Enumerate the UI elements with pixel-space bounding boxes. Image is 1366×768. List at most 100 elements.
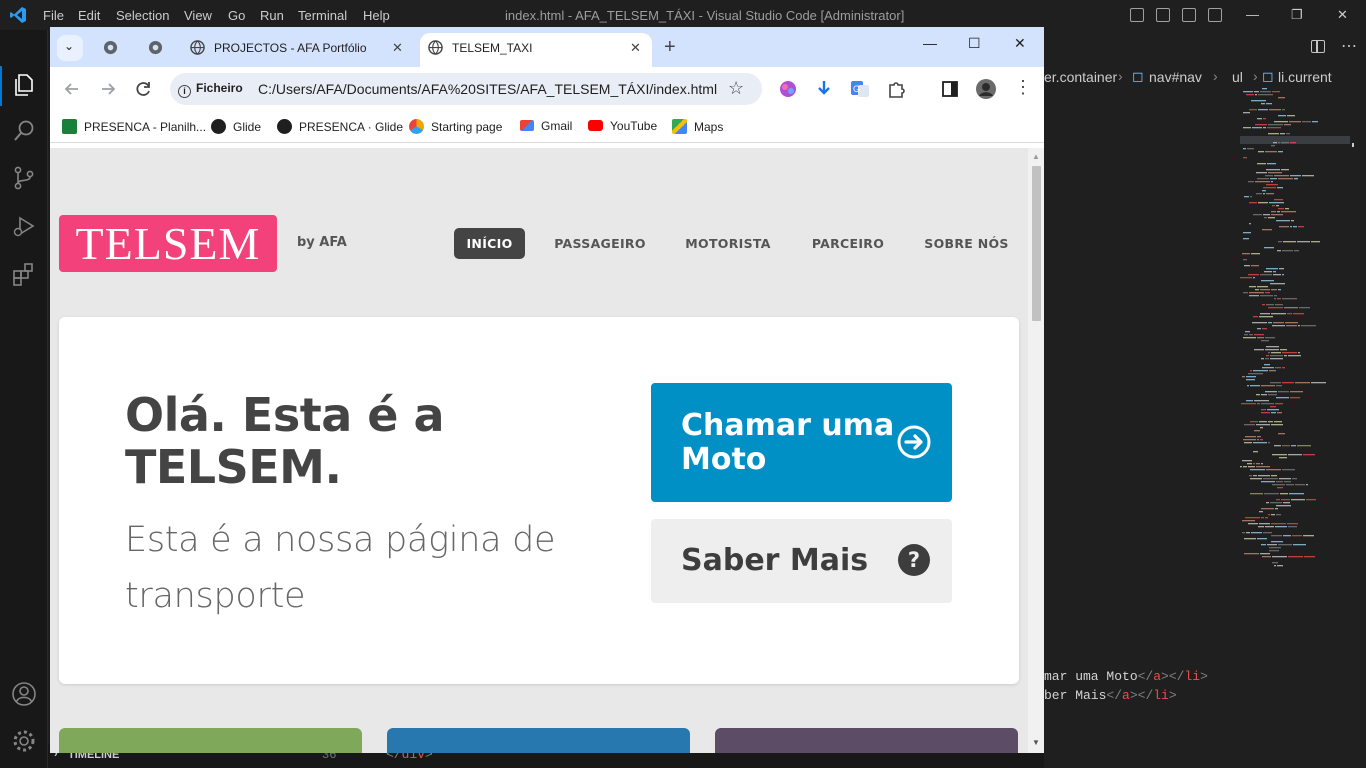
feature-box-2	[387, 728, 690, 753]
tab-search-button[interactable]: ⌄	[57, 35, 83, 61]
url-text[interactable]: C:/Users/AFA/Documents/AFA%20SITES/AFA_T…	[258, 81, 717, 97]
chevron-right-icon: ›	[1118, 68, 1123, 84]
hero-section: Olá. Esta é a TELSEM. Esta é a nossa pág…	[59, 317, 1019, 684]
learn-more-button[interactable]: Saber Mais ?	[651, 519, 952, 603]
minimize-icon[interactable]: —	[1246, 7, 1259, 22]
bookmark-star-icon[interactable]: ☆	[728, 78, 744, 99]
chrome-window: ⌄ PROJECTOS - AFA Portfólio ✕ TELSEM_TAX…	[50, 27, 1044, 753]
nav-motorista[interactable]: MOTORISTA	[678, 228, 778, 259]
nav-passageiro[interactable]: PASSAGEIRO	[547, 228, 653, 259]
byline: by AFA	[297, 235, 347, 250]
settings-gear-icon[interactable]	[10, 727, 38, 755]
address-bar[interactable]: i Ficheiro C:/Users/AFA/Documents/AFA%20S…	[170, 73, 762, 105]
extensions-icon[interactable]	[10, 260, 38, 288]
breadcrumb: er.container › ◻ nav#nav › ul › ◻ li.cur…	[1044, 64, 1366, 88]
explorer-icon[interactable]	[10, 70, 38, 98]
vscode-logo-icon	[10, 7, 26, 23]
tab-projectos[interactable]: PROJECTOS - AFA Portfólio ✕	[182, 33, 414, 67]
code-line: mar uma Moto</a></li>	[1044, 669, 1208, 684]
sheets-icon	[62, 119, 77, 134]
call-moto-button[interactable]: Chamar uma Moto	[651, 383, 952, 502]
tab-title: PROJECTOS - AFA Portfólio	[214, 41, 367, 55]
globe-icon[interactable]	[103, 40, 118, 55]
customize-layout-icon[interactable]	[1208, 8, 1222, 22]
close-icon[interactable]: ✕	[1014, 35, 1026, 52]
page-scrollbar[interactable]: ▲ ▼	[1028, 148, 1044, 753]
menu-go[interactable]: Go	[228, 8, 245, 23]
run-debug-icon[interactable]	[10, 212, 38, 240]
call-moto-label: Chamar uma Moto	[681, 408, 895, 477]
chevron-right-icon: ›	[1213, 68, 1218, 84]
site-logo[interactable]: TELSEM	[59, 215, 277, 272]
breadcrumb-item[interactable]: li.current	[1278, 69, 1332, 85]
bookmarks-bar: PRESENCA - Planilh... Glide PRESENCA · G…	[50, 111, 1044, 143]
toggle-secondary-sidebar-icon[interactable]	[1182, 8, 1196, 22]
menu-terminal[interactable]: Terminal	[298, 8, 347, 23]
nav-inicio[interactable]: INÍCIO	[454, 228, 525, 259]
web-page: TELSEM by AFA INÍCIO PASSAGEIRO MOTORIST…	[50, 148, 1028, 753]
forward-icon[interactable]	[98, 79, 118, 99]
bookmark-glide[interactable]: Glide	[211, 119, 261, 134]
chrome-menu-icon[interactable]: ⋮	[1014, 77, 1032, 97]
bookmark-maps[interactable]: Maps	[672, 119, 723, 134]
new-tab-icon[interactable]: +	[664, 36, 676, 59]
menu-selection[interactable]: Selection	[116, 8, 169, 23]
minimap-code-lines	[1240, 88, 1326, 567]
profile-avatar[interactable]	[976, 79, 996, 99]
svg-text:?: ?	[908, 548, 920, 572]
brain-extension-icon[interactable]	[778, 79, 798, 99]
toggle-panel-icon[interactable]	[1156, 8, 1170, 22]
close-tab-icon[interactable]: ✕	[630, 40, 641, 56]
hero-subtitle: Esta é a nossa página de transporte	[125, 520, 556, 616]
maximize-icon[interactable]: ☐	[968, 35, 981, 52]
bookmark-youtube[interactable]: YouTube	[588, 119, 657, 133]
globe-icon[interactable]	[148, 40, 163, 55]
breadcrumb-item[interactable]: ul	[1232, 69, 1243, 85]
scroll-up-icon[interactable]: ▲	[1032, 152, 1040, 161]
search-icon[interactable]	[10, 117, 38, 145]
translate-icon[interactable]: G	[850, 79, 870, 99]
bookmark-presenca-sheet[interactable]: PRESENCA - Planilh...	[62, 119, 206, 134]
close-tab-icon[interactable]: ✕	[392, 40, 403, 56]
vscode-titlebar: File Edit Selection View Go Run Terminal…	[0, 0, 1366, 30]
nav-sobre-nos[interactable]: SOBRE NÓS	[920, 228, 1013, 259]
menu-run[interactable]: Run	[260, 8, 284, 23]
minimize-icon[interactable]: —	[923, 35, 937, 51]
toggle-primary-sidebar-icon[interactable]	[1130, 8, 1144, 22]
reload-icon[interactable]	[134, 79, 154, 99]
restore-icon[interactable]: ❐	[1291, 7, 1303, 23]
bookmark-starting-page[interactable]: Starting page	[409, 119, 502, 134]
activity-bar	[0, 30, 48, 768]
download-icon[interactable]	[814, 79, 834, 99]
element-icon: ◻	[1132, 68, 1144, 84]
svg-text:G: G	[853, 84, 860, 94]
menu-help[interactable]: Help	[363, 8, 390, 23]
maps-icon	[672, 119, 687, 134]
side-panel-icon[interactable]	[940, 79, 960, 99]
split-editor-icon[interactable]	[1311, 40, 1325, 53]
minimap[interactable]	[1236, 88, 1354, 568]
menu-edit[interactable]: Edit	[78, 8, 100, 23]
source-control-icon[interactable]	[10, 164, 38, 192]
gmail-icon	[520, 120, 534, 131]
window-title: index.html - AFA_TELSEM_TÁXI - Visual St…	[505, 8, 905, 23]
tab-telsem-taxi[interactable]: TELSEM_TAXI ✕	[420, 33, 652, 67]
close-icon[interactable]: ✕	[1337, 7, 1348, 23]
bookmark-gmail[interactable]: Gmail	[520, 119, 572, 133]
chevron-right-icon: ›	[1253, 68, 1258, 84]
site-info-chip[interactable]: i Ficheiro	[178, 81, 243, 98]
menu-view[interactable]: View	[184, 8, 212, 23]
arrow-circle-right-icon	[897, 425, 931, 459]
scroll-thumb[interactable]	[1032, 166, 1041, 321]
starting-page-icon	[409, 119, 424, 134]
nav-parceiro[interactable]: PARCEIRO	[805, 228, 891, 259]
breadcrumb-item[interactable]: nav#nav	[1149, 69, 1202, 85]
extensions-puzzle-icon[interactable]	[887, 79, 907, 99]
back-icon[interactable]	[62, 79, 82, 99]
menu-file[interactable]: File	[43, 8, 64, 23]
account-icon[interactable]	[10, 680, 38, 708]
breadcrumb-item[interactable]: er.container	[1044, 69, 1117, 85]
bookmark-presenca-glide[interactable]: PRESENCA · Glide	[277, 119, 403, 134]
more-actions-icon[interactable]: ⋯	[1341, 36, 1357, 56]
scroll-down-icon[interactable]: ▼	[1032, 738, 1040, 747]
